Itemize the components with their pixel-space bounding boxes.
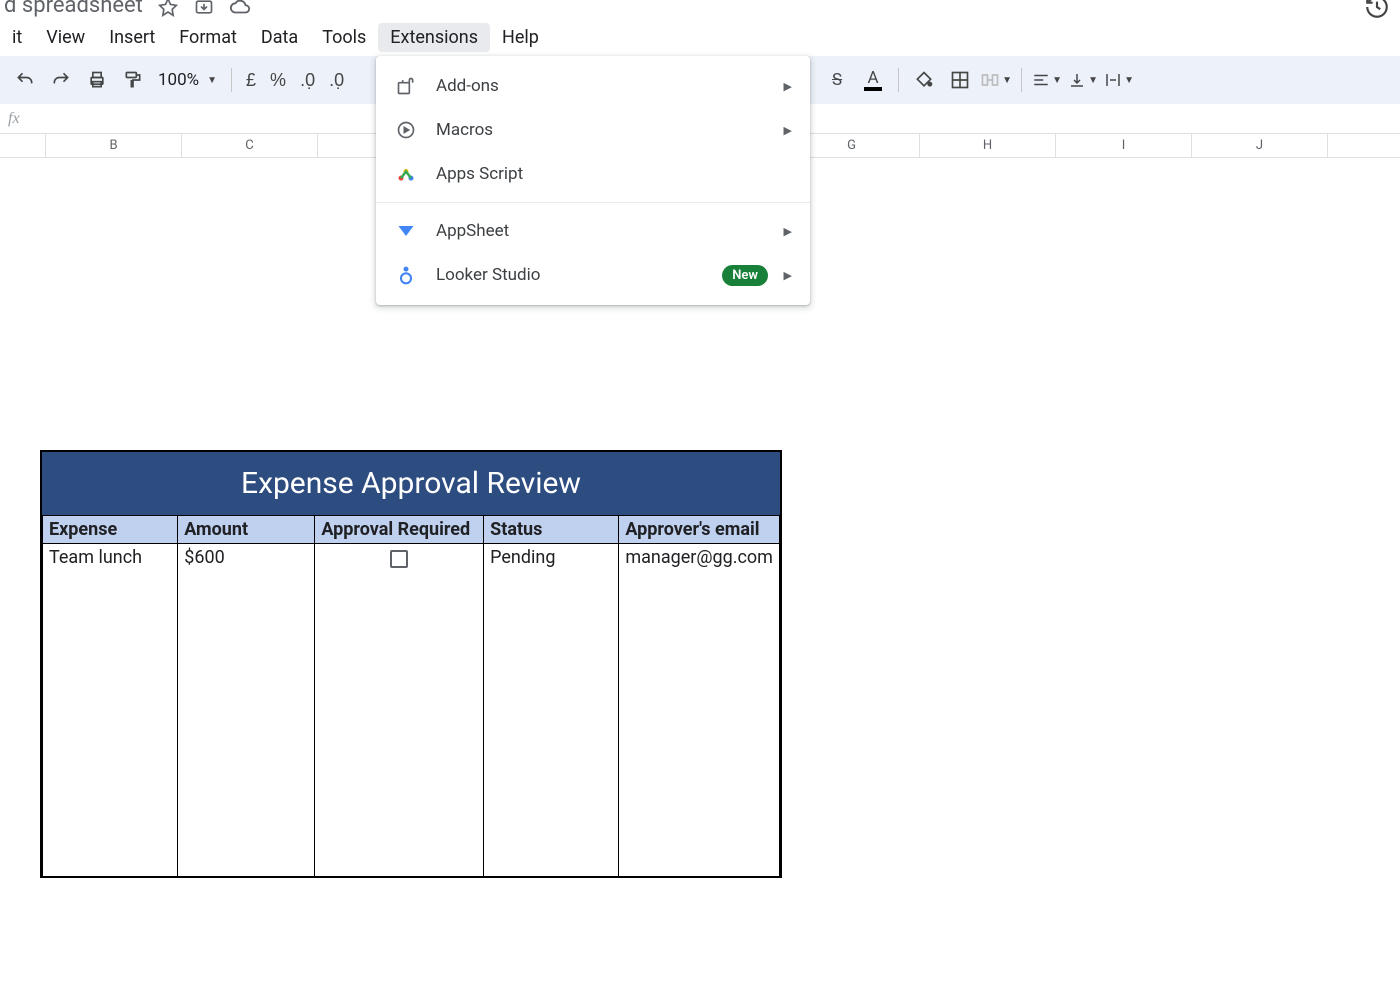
ext-label: AppSheet xyxy=(436,221,509,241)
menu-format[interactable]: Format xyxy=(167,23,249,52)
menu-tools[interactable]: Tools xyxy=(310,23,378,52)
cloud-icon[interactable] xyxy=(229,0,251,18)
strikethrough-button[interactable]: S xyxy=(820,63,854,97)
cell-expense[interactable]: Team lunch xyxy=(43,544,178,577)
new-badge: New xyxy=(722,265,768,286)
ext-label: Apps Script xyxy=(436,164,523,184)
looker-icon xyxy=(394,263,418,287)
ext-addons[interactable]: Add-ons ▶ xyxy=(376,64,810,108)
title-bar: d spreadsheet xyxy=(0,0,1400,24)
vertical-align-icon[interactable]: ▼ xyxy=(1066,63,1100,97)
currency-button[interactable]: £ xyxy=(240,70,262,91)
menu-help[interactable]: Help xyxy=(490,23,551,52)
ext-label: Add-ons xyxy=(436,76,499,96)
chevron-right-icon: ▶ xyxy=(784,80,792,93)
decrease-decimal-button[interactable]: .0̣ xyxy=(294,70,321,91)
menu-edit[interactable]: it xyxy=(0,23,34,52)
col-header[interactable]: C xyxy=(182,134,318,157)
ext-label: Macros xyxy=(436,120,493,140)
ext-label: Looker Studio xyxy=(436,265,540,285)
paint-format-icon[interactable] xyxy=(116,63,150,97)
text-wrap-icon[interactable]: ▼ xyxy=(1102,63,1136,97)
menu-data[interactable]: Data xyxy=(249,23,310,52)
macros-icon xyxy=(394,118,418,142)
expense-table-container: Expense Approval Review Expense Amount A… xyxy=(40,450,782,878)
undo-icon[interactable] xyxy=(8,63,42,97)
history-icon[interactable] xyxy=(1362,0,1392,22)
checkbox-icon[interactable] xyxy=(390,550,408,568)
merge-cells-icon[interactable]: ▼ xyxy=(979,63,1013,97)
separator xyxy=(1021,68,1022,92)
select-all-corner[interactable] xyxy=(0,134,46,157)
star-icon[interactable] xyxy=(157,0,179,18)
th-expense[interactable]: Expense xyxy=(43,516,178,544)
expense-table: Expense Amount Approval Required Status … xyxy=(42,515,780,876)
th-email[interactable]: Approver's email xyxy=(619,516,780,544)
col-header[interactable]: H xyxy=(920,134,1056,157)
table-empty-row[interactable] xyxy=(43,576,780,876)
caret-down-icon: ▼ xyxy=(207,75,217,86)
redo-icon[interactable] xyxy=(44,63,78,97)
col-header[interactable]: J xyxy=(1192,134,1328,157)
doc-title[interactable]: d spreadsheet xyxy=(0,0,143,18)
menu-extensions[interactable]: Extensions xyxy=(378,23,490,52)
th-approval[interactable]: Approval Required xyxy=(315,516,484,544)
ext-appsheet[interactable]: AppSheet ▶ xyxy=(376,209,810,253)
menu-view[interactable]: View xyxy=(34,23,97,52)
ext-looker[interactable]: Looker Studio New ▶ xyxy=(376,253,810,297)
cell-amount[interactable]: $600 xyxy=(178,544,315,577)
th-amount[interactable]: Amount xyxy=(178,516,315,544)
increase-decimal-button[interactable]: .0̣ xyxy=(323,70,350,91)
menu-bar: it View Insert Format Data Tools Extensi… xyxy=(0,24,1400,56)
ext-macros[interactable]: Macros ▶ xyxy=(376,108,810,152)
col-header[interactable]: I xyxy=(1056,134,1192,157)
text-color-button[interactable]: A xyxy=(856,63,890,97)
cell-email[interactable]: manager@gg.com xyxy=(619,544,780,577)
col-header[interactable]: B xyxy=(46,134,182,157)
move-icon[interactable] xyxy=(193,0,215,18)
fx-icon: fx xyxy=(8,110,20,128)
extensions-dropdown: Add-ons ▶ Macros ▶ Apps Script AppSheet … xyxy=(376,56,810,305)
chevron-right-icon: ▶ xyxy=(784,124,792,137)
zoom-select[interactable]: 100%▼ xyxy=(152,70,223,90)
cell-status[interactable]: Pending xyxy=(484,544,619,577)
th-status[interactable]: Status xyxy=(484,516,619,544)
ext-appsscript[interactable]: Apps Script xyxy=(376,152,810,196)
expense-title: Expense Approval Review xyxy=(42,452,780,515)
percent-button[interactable]: % xyxy=(264,70,292,91)
cell-approval[interactable] xyxy=(315,544,484,577)
appsheet-icon xyxy=(394,219,418,243)
appsscript-icon xyxy=(394,162,418,186)
table-row[interactable]: Team lunch $600 Pending manager@gg.com xyxy=(43,544,780,577)
separator xyxy=(898,68,899,92)
addons-icon xyxy=(394,74,418,98)
fill-color-icon[interactable] xyxy=(907,63,941,97)
print-icon[interactable] xyxy=(80,63,114,97)
separator xyxy=(231,68,232,92)
menu-insert[interactable]: Insert xyxy=(97,23,167,52)
horizontal-align-icon[interactable]: ▼ xyxy=(1030,63,1064,97)
chevron-right-icon: ▶ xyxy=(784,225,792,238)
borders-icon[interactable] xyxy=(943,63,977,97)
chevron-right-icon: ▶ xyxy=(784,269,792,282)
table-header-row: Expense Amount Approval Required Status … xyxy=(43,516,780,544)
menu-divider xyxy=(376,202,810,203)
